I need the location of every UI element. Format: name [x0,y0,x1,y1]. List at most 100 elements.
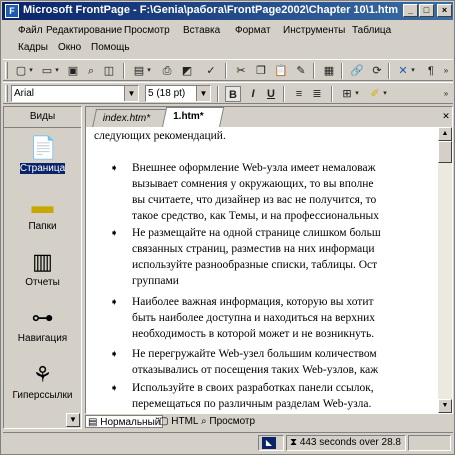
view-navigation[interactable]: ⊶ Навигация [4,305,81,344]
list-item-line: вы считаете, что дизайнер из вас не полу… [132,194,377,206]
frontpage-app-icon[interactable]: F [5,4,19,18]
bullet-icon: ➧ [110,228,119,239]
view-reports[interactable]: ▥ Отчеты [4,249,81,288]
chevron-down-icon[interactable]: ▾ [353,86,361,102]
menu-window[interactable]: Окно [58,42,81,53]
show-all-icon[interactable]: ¶ [423,63,439,79]
chevron-down-icon[interactable]: ▼ [196,86,210,101]
font-size-select[interactable]: 5 (18 pt) ▼ [145,85,211,102]
connection-icon: ◣ [262,437,276,449]
toolbar-options-icon[interactable]: » [441,63,451,79]
menu-view[interactable]: Просмотр [124,25,170,36]
toolbar-options-icon[interactable]: » [441,86,451,102]
print-icon[interactable]: ⎙ [159,63,175,79]
paste-icon[interactable]: 📋 [273,63,289,79]
document-body[interactable]: следующих рекомендаций. ➧ Внешнее оформл… [86,127,438,413]
view-hyperlinks[interactable]: ⚘ Гиперссылки [4,362,81,401]
menu-table[interactable]: Таблица [352,25,391,36]
toolbar-separator [331,86,333,102]
publish-icon[interactable]: ◫ [101,63,117,79]
status-indicator: ◣ [258,435,284,451]
document-tabs: index.htm* 1.htm* ✕ [86,107,452,128]
folder-icon: ▬ [31,193,54,218]
title-bar: F Microsoft FrontPage - F:\Genia\рабога\… [2,2,453,20]
chevron-down-icon[interactable]: ▾ [53,63,61,79]
close-icon[interactable]: ✕ [440,110,452,122]
page-editor: index.htm* 1.htm* ✕ следующих рекомендац… [85,106,453,414]
menu-format[interactable]: Формат [235,25,271,36]
tab-preview[interactable]: ⌕ Просмотр [201,415,255,428]
italic-button[interactable]: I [245,86,261,102]
chevron-down-icon[interactable]: ▾ [27,63,35,79]
preview-view-icon: ⌕ [201,416,207,427]
list-item-line: Не размещайте на одной странице слишком … [132,227,381,239]
toolbar-grip[interactable] [5,85,8,102]
vertical-scrollbar[interactable]: ▲ ▼ [438,127,452,413]
toolbar-separator [217,86,219,102]
tab-1-htm-label: 1.htm* [173,111,204,122]
menu-tools[interactable]: Инструменты [283,25,345,36]
tab-html[interactable]: ▢ HTML [159,415,198,428]
font-select[interactable]: Arial ▼ [11,85,139,102]
align-center-icon[interactable]: ≣ [309,86,325,102]
preview-icon[interactable]: ◩ [179,63,195,79]
toolbar-separator [313,63,315,79]
download-time-text: 443 seconds over 28.8 [299,437,401,448]
tab-1-htm[interactable]: 1.htm* [161,107,225,128]
menu-frames[interactable]: Кадры [18,42,48,53]
font-size-value: 5 (18 pt) [148,88,186,99]
bold-button[interactable]: B [225,86,241,102]
menu-edit[interactable]: Редактирование [46,25,122,36]
toolbar-grip[interactable] [5,62,8,79]
views-scroll-down[interactable]: ▼ [66,413,80,427]
tab-normal-label: Нормальный [100,417,161,428]
insert-component-icon[interactable]: ▦ [321,63,337,79]
standard-toolbar: ▢ ▾ ▭ ▾ ▣ ⌕ ◫ ▤ ▾ ⎙ ◩ ✓ ✂ ❐ 📋 ✎ ▦ 🔗 ⟳ ✕ … [3,59,453,81]
cut-icon[interactable]: ✂ [233,63,249,79]
status-empty-cell [408,435,451,451]
minimize-button[interactable]: _ [403,4,418,17]
bullet-icon: ➧ [110,163,119,174]
view-page[interactable]: 📄 Страница [4,135,81,174]
list-item-line: такое средство, как Темы, и на профессио… [132,210,379,222]
view-folders[interactable]: ▬ Папки [4,193,81,232]
list-item-line: Внешнее оформление Web-узла имеет немало… [132,162,376,174]
underline-button[interactable]: U [263,86,279,102]
chevron-down-icon[interactable]: ▾ [409,63,417,79]
menu-insert[interactable]: Вставка [183,25,220,36]
close-button[interactable]: × [437,4,452,17]
maximize-button[interactable]: □ [419,4,434,17]
normal-view-icon: ▤ [88,417,98,428]
menu-help[interactable]: Помощь [91,42,130,53]
scroll-down-icon[interactable]: ▼ [438,399,452,413]
format-painter-icon[interactable]: ✎ [293,63,309,79]
chevron-down-icon[interactable]: ▾ [381,86,389,102]
hyperlink-icon[interactable]: 🔗 [349,63,365,79]
bullet-icon: ➧ [110,297,119,308]
scroll-thumb[interactable] [438,141,452,163]
hyperlinks-icon: ⚘ [32,362,53,387]
spelling-icon[interactable]: ✓ [203,63,219,79]
menu-file[interactable]: Файл [18,25,43,36]
frontpage-window: F Microsoft FrontPage - F:\Genia\рабога\… [0,0,455,455]
save-icon[interactable]: ▣ [65,63,81,79]
list-item-line: перемещаться по различным разделам Web-у… [132,398,372,410]
window-title: Microsoft FrontPage - F:\Genia\рабога\Fr… [23,4,398,16]
view-navigation-label: Навигация [17,333,68,344]
tab-normal[interactable]: ▤ Нормальный [85,415,164,428]
copy-icon[interactable]: ❐ [253,63,269,79]
refresh-icon[interactable]: ⟳ [369,63,385,79]
tab-preview-label: Просмотр [209,416,256,427]
html-view-icon: ▢ [159,416,169,427]
view-hyperlinks-label: Гиперссылки [12,390,73,401]
list-item-line: вызывает сомнения у окружающих, то вы вп… [132,178,374,190]
search-icon[interactable]: ⌕ [83,63,99,79]
formatting-toolbar: Arial ▼ 5 (18 pt) ▼ B I U ≡ ≣ ⊞ ▾ ✐ ▾ » [3,82,453,104]
list-item-line: Используйте в своих разработках панели с… [132,382,374,394]
tab-html-label: HTML [171,416,199,427]
scroll-up-icon[interactable]: ▲ [438,127,452,141]
align-left-icon[interactable]: ≡ [291,86,307,102]
chevron-down-icon[interactable]: ▾ [145,63,153,79]
toolbar-separator [341,63,343,79]
chevron-down-icon[interactable]: ▼ [124,86,138,101]
